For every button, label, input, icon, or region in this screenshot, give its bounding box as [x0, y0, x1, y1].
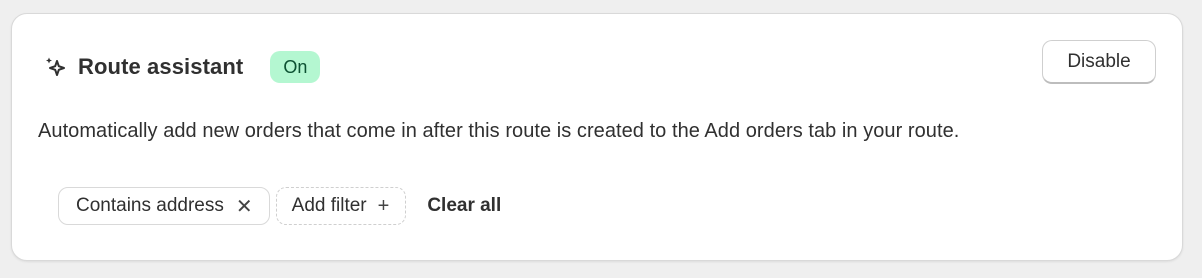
- disable-button[interactable]: Disable: [1042, 40, 1156, 84]
- filter-pill-label: Contains address: [76, 195, 224, 216]
- card-header: Route assistant On: [44, 50, 321, 84]
- clear-all-button[interactable]: Clear all: [427, 195, 501, 217]
- filter-pill-contains-address[interactable]: Contains address ✕: [58, 187, 270, 225]
- add-filter-button[interactable]: Add filter +: [275, 187, 407, 225]
- close-icon[interactable]: ✕: [236, 194, 253, 219]
- sparkle-icon: [44, 56, 66, 78]
- add-filter-label: Add filter: [291, 195, 367, 216]
- card-description: Automatically add new orders that come i…: [38, 120, 960, 142]
- plus-icon: +: [377, 194, 390, 217]
- route-assistant-card: Route assistant On Disable Automatically…: [11, 13, 1183, 261]
- status-badge: On: [270, 51, 321, 83]
- card-title: Route assistant: [78, 54, 244, 79]
- filter-bar: Contains address ✕ Add filter + Clear al…: [58, 186, 501, 226]
